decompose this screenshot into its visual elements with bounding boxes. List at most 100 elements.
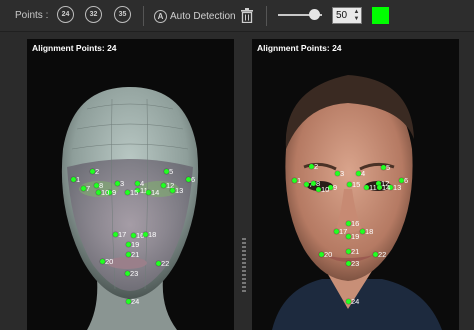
- landmark-point[interactable]: [125, 251, 131, 257]
- size-spinner[interactable]: ▲ ▼: [351, 7, 362, 24]
- landmark-point[interactable]: [291, 177, 297, 183]
- landmark-label: 17: [118, 230, 127, 239]
- landmark-point[interactable]: [70, 176, 76, 182]
- landmark-label: 16: [351, 219, 360, 228]
- landmark-point[interactable]: [124, 189, 130, 195]
- landmark-label: 5: [386, 163, 391, 172]
- landmark-point[interactable]: [346, 181, 352, 187]
- landmark-label: 23: [351, 259, 360, 268]
- panel-splitter-handle[interactable]: [242, 238, 246, 294]
- landmark-point[interactable]: [345, 298, 351, 304]
- spin-up-icon[interactable]: ▲: [354, 9, 360, 16]
- landmark-point[interactable]: [333, 228, 339, 234]
- landmark-point[interactable]: [130, 232, 136, 238]
- landmark-label: 24: [351, 297, 360, 306]
- points-32-button[interactable]: 32: [85, 6, 102, 23]
- landmark-label: 14: [382, 183, 391, 192]
- landmark-label: 9: [333, 183, 338, 192]
- landmark-label: 3: [120, 179, 125, 188]
- points-35-button[interactable]: 35: [114, 6, 131, 23]
- landmark-point[interactable]: [380, 164, 386, 170]
- landmark-point[interactable]: [89, 168, 95, 174]
- auto-detect-icon: A: [154, 9, 167, 23]
- photo-panel-title: Alignment Points: 24: [257, 43, 342, 53]
- landmark-point[interactable]: [315, 186, 321, 192]
- landmark-point[interactable]: [308, 163, 314, 169]
- landmark-label: 13: [393, 183, 402, 192]
- point-color-swatch[interactable]: [372, 7, 389, 24]
- landmark-label: 24: [131, 297, 140, 306]
- toolbar-separator: [266, 6, 267, 26]
- landmark-label: 11: [369, 183, 377, 192]
- photo-panel[interactable]: Alignment Points: 24 1234567891011121314…: [252, 39, 459, 330]
- landmark-point[interactable]: [124, 270, 130, 276]
- auto-detection-label: Auto Detection: [170, 10, 236, 22]
- landmark-label: 4: [361, 169, 366, 178]
- toolbar: Points : 24 32 35 A Auto Detection 50 ▲ …: [0, 0, 474, 32]
- landmark-point[interactable]: [93, 182, 99, 188]
- landmark-point[interactable]: [355, 170, 361, 176]
- landmark-point[interactable]: [160, 182, 166, 188]
- landmark-point[interactable]: [376, 184, 382, 190]
- landmark-label: 9: [112, 188, 117, 197]
- landmark-label: 7: [86, 184, 91, 193]
- landmark-point[interactable]: [345, 220, 351, 226]
- landmark-point[interactable]: [318, 251, 324, 257]
- landmark-label: 23: [130, 269, 139, 278]
- auto-detection-button[interactable]: A Auto Detection: [154, 8, 236, 24]
- landmark-label: 14: [151, 188, 160, 197]
- trash-icon[interactable]: [241, 8, 253, 28]
- landmark-label: 6: [191, 175, 196, 184]
- landmark-label: 22: [378, 250, 387, 259]
- landmark-point[interactable]: [303, 181, 309, 187]
- landmark-point[interactable]: [99, 258, 105, 264]
- landmark-label: 22: [161, 259, 170, 268]
- head-model-image: [61, 87, 199, 330]
- landmark-point[interactable]: [345, 260, 351, 266]
- landmark-point[interactable]: [398, 177, 404, 183]
- landmark-point[interactable]: [125, 241, 131, 247]
- landmark-point[interactable]: [95, 189, 101, 195]
- landmark-label: 3: [340, 169, 345, 178]
- points-24-button[interactable]: 24: [57, 6, 74, 23]
- landmark-point[interactable]: [114, 180, 120, 186]
- landmark-point[interactable]: [345, 233, 351, 239]
- landmark-point[interactable]: [345, 248, 351, 254]
- landmark-label: 19: [351, 232, 360, 241]
- toolbar-separator: [143, 6, 144, 26]
- landmark-point[interactable]: [134, 180, 140, 186]
- landmark-point[interactable]: [125, 298, 131, 304]
- landmark-point[interactable]: [169, 187, 175, 193]
- landmark-label: 1: [76, 175, 81, 184]
- model-panel-title: Alignment Points: 24: [32, 43, 117, 53]
- landmark-label: 18: [148, 230, 157, 239]
- landmark-point[interactable]: [334, 170, 340, 176]
- landmark-label: 10: [321, 185, 330, 194]
- spin-down-icon[interactable]: ▼: [354, 16, 360, 23]
- landmark-label: 1: [297, 176, 302, 185]
- landmark-label: 2: [314, 162, 319, 171]
- landmark-label: 18: [365, 227, 374, 236]
- size-slider-knob[interactable]: [309, 9, 320, 20]
- landmark-label: 15: [130, 188, 139, 197]
- landmark-point[interactable]: [363, 184, 369, 190]
- landmark-point[interactable]: [163, 168, 169, 174]
- model-panel[interactable]: Alignment Points: 24 1 2 3 4 5 6 7 8 9 10 11 12 13 14…: [27, 39, 234, 330]
- landmark-point[interactable]: [80, 185, 86, 191]
- landmark-point[interactable]: [155, 260, 161, 266]
- landmark-point[interactable]: [359, 228, 365, 234]
- landmark-label: 5: [169, 167, 174, 176]
- landmark-point[interactable]: [185, 176, 191, 182]
- landmark-point[interactable]: [145, 189, 151, 195]
- landmark-point[interactable]: [112, 231, 118, 237]
- landmark-point[interactable]: [310, 180, 316, 186]
- landmark-label: 15: [352, 180, 361, 189]
- points-label: Points :: [15, 10, 49, 21]
- landmark-label: 20: [105, 257, 114, 266]
- landmark-label: 20: [324, 250, 333, 259]
- landmark-label: 19: [131, 240, 140, 249]
- landmark-point[interactable]: [372, 251, 378, 257]
- landmark-label: 6: [404, 176, 409, 185]
- landmark-label: 21: [351, 247, 360, 256]
- landmark-point[interactable]: [142, 231, 148, 237]
